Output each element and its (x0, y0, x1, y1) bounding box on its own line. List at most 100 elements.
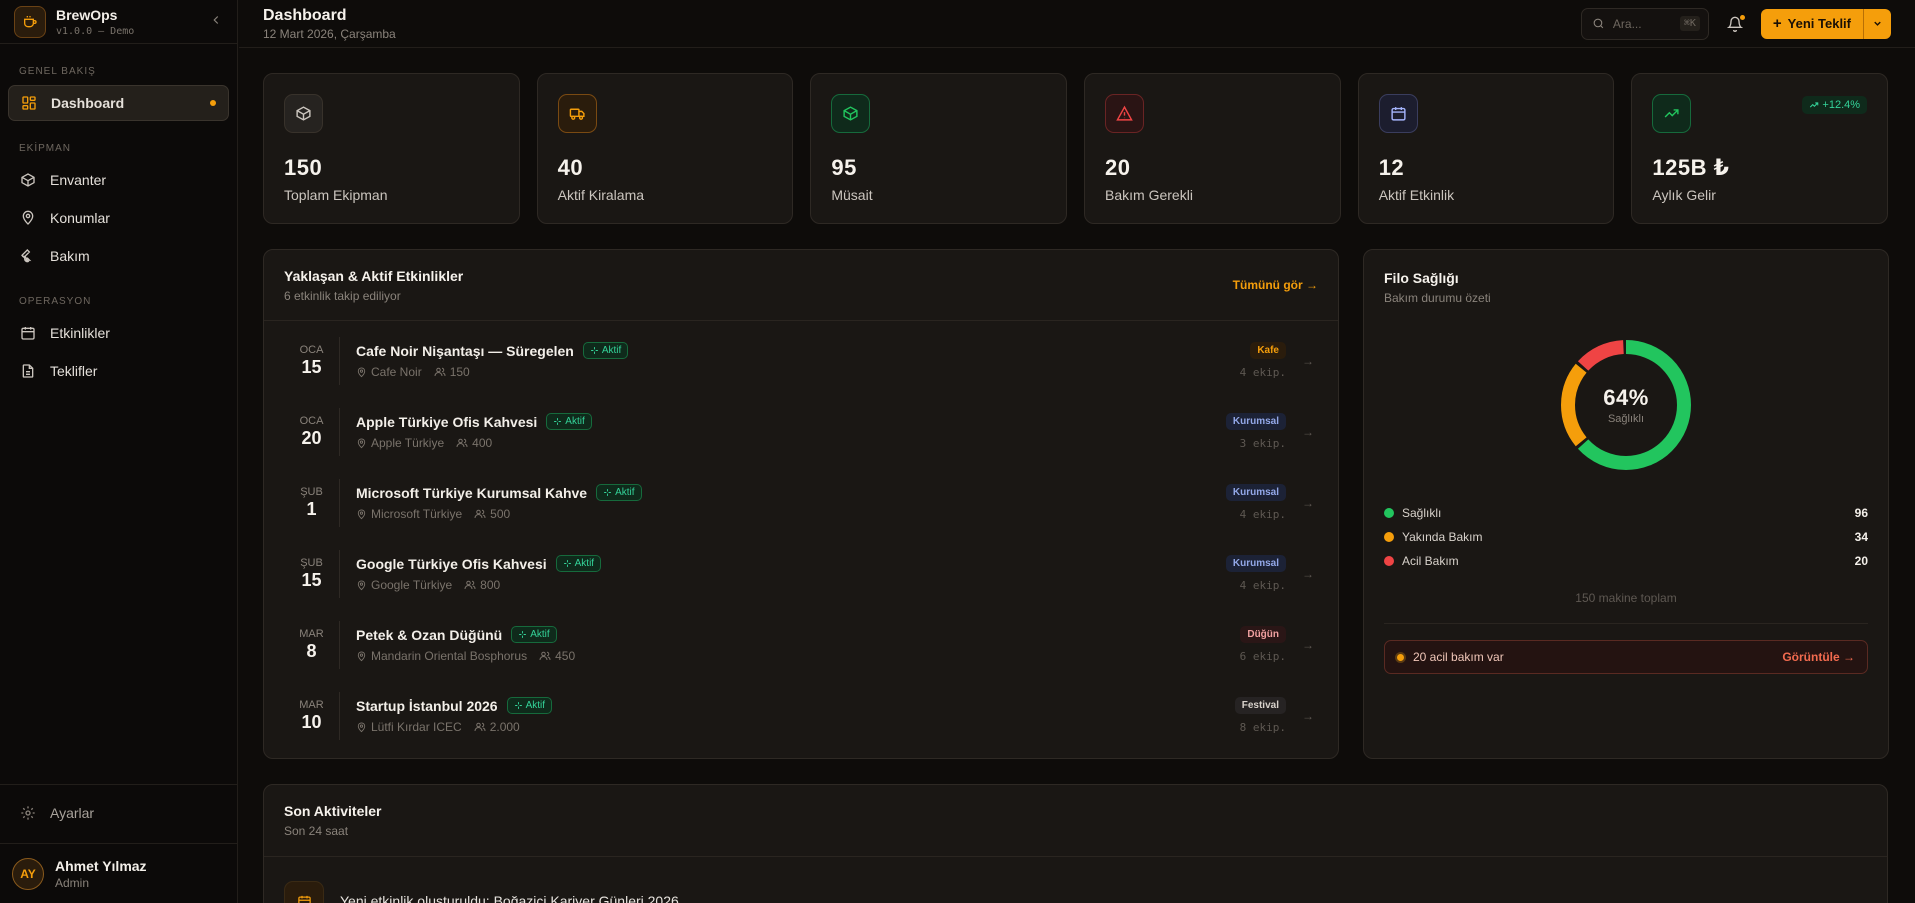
arrow-right-icon: → (1302, 637, 1314, 652)
event-row[interactable]: OCA 20 Apple Türkiye Ofis Kahvesi Aktif Appl… (264, 396, 1338, 467)
sidebar-item-ayarlar[interactable]: Ayarlar (8, 795, 229, 831)
sparkle-icon (554, 418, 562, 425)
map-pin-icon (357, 580, 366, 590)
event-location: Mandarin Oriental Bosphorus (371, 649, 528, 663)
notifications-button[interactable] (1726, 14, 1745, 32)
search-shortcut: ⌘K (1679, 16, 1700, 31)
new-quote-dropdown-button[interactable] (1863, 8, 1891, 39)
activity-item[interactable]: Yeni etkinlik oluşturuldu: Boğaziçi Kari… (264, 857, 1887, 903)
sidebar-item-etkinlikler[interactable]: Etkinlikler (8, 315, 229, 351)
status-label: Aktif (525, 700, 546, 711)
event-month: OCA (299, 343, 324, 356)
stat-label: Müsait (831, 187, 873, 203)
map-pin-icon (357, 438, 366, 448)
alert-dot (1397, 653, 1404, 661)
event-guests: 400 (472, 436, 493, 450)
event-guests: 450 (555, 649, 576, 663)
event-date: MAR 10 (284, 691, 340, 740)
stat-card-total-equipment[interactable]: 150 Toplam Ekipman (263, 73, 520, 224)
truck-icon (557, 94, 597, 133)
view-all-events-link[interactable]: Tümünü gör → (1233, 278, 1318, 292)
map-pin-icon (357, 367, 366, 377)
event-row[interactable]: ŞUB 1 Microsoft Türkiye Kurumsal Kahve Akti… (264, 467, 1338, 538)
active-indicator (210, 100, 216, 106)
trend-up-icon (1810, 102, 1819, 108)
stat-label: Aktif Etkinlik (1378, 187, 1455, 203)
legend-label: Sağlıklı (1402, 506, 1442, 520)
status-badge: Aktif (582, 342, 629, 359)
urgent-maintenance-alert: 20 acil bakım var Görüntüle → (1384, 640, 1868, 674)
event-day: 15 (301, 356, 322, 377)
search-box[interactable]: ⌘K (1580, 7, 1709, 40)
donut-label: Sağlıklı (1607, 413, 1645, 425)
event-type-tag: Kurumsal (1225, 413, 1286, 430)
status-badge: Aktif (506, 697, 553, 714)
event-location: Apple Türkiye (371, 436, 445, 450)
arrow-right-icon: → (1302, 708, 1314, 723)
arrow-right-icon: → (1302, 424, 1314, 439)
event-type-tag: Düğün (1240, 626, 1286, 643)
sparkle-icon (519, 631, 527, 638)
new-quote-label: Yeni Teklif (1787, 16, 1851, 31)
legend-item: Sağlıklı 96 (1384, 501, 1868, 525)
sidebar-item-bakim[interactable]: Bakım (8, 238, 229, 274)
activities-title: Son Aktiviteler (284, 803, 382, 819)
event-day: 20 (301, 427, 322, 448)
legend-value: 34 (1854, 530, 1868, 544)
event-row[interactable]: OCA 15 Cafe Noir Nişantaşı — Süregelen Akti… (264, 325, 1338, 396)
recent-activities-panel: Son Aktiviteler Son 24 saat Yeni etkinli… (263, 784, 1888, 903)
event-type-tag: Kurumsal (1225, 555, 1286, 572)
event-equipment-count: 4 ekip. (1239, 366, 1286, 379)
sidebar-item-envanter[interactable]: Envanter (8, 162, 229, 198)
event-equipment-count: 6 ekip. (1239, 650, 1286, 663)
event-date: OCA 20 (284, 407, 340, 456)
event-location: Lütfi Kırdar ICEC (371, 720, 462, 734)
users-icon (456, 438, 468, 448)
user-role: Admin (55, 875, 90, 890)
new-quote-button[interactable]: + Yeni Teklif (1760, 8, 1863, 39)
stat-card-available[interactable]: 95 Müsait (810, 73, 1068, 224)
stat-card-active-events[interactable]: 12 Aktif Etkinlik (1357, 73, 1615, 224)
activity-text: Yeni etkinlik oluşturuldu: Boğaziçi Kari… (340, 893, 679, 903)
nav-section-title: OPERASYON (19, 296, 92, 307)
event-row[interactable]: MAR 10 Startup İstanbul 2026 Aktif Lütfi Kır… (264, 680, 1338, 751)
plus-icon: + (1772, 15, 1782, 32)
sidebar-item-label: Envanter (50, 172, 107, 188)
stat-card-monthly-revenue[interactable]: +12.4% 125B ₺ Aylık Gelir (1631, 73, 1889, 224)
stat-label: Aylık Gelir (1652, 187, 1716, 203)
legend-value: 20 (1854, 554, 1868, 568)
event-date: OCA 15 (284, 336, 340, 385)
event-month: ŞUB (300, 556, 323, 569)
chevron-down-icon (1874, 21, 1881, 26)
event-date: ŞUB 15 (284, 549, 340, 598)
sidebar-item-label: Etkinlikler (50, 325, 110, 341)
arrow-right-icon: → (1302, 495, 1314, 510)
sidebar-item-teklifler[interactable]: Teklifler (8, 353, 229, 389)
search-input[interactable] (1612, 16, 1673, 31)
calendar-icon (20, 325, 36, 341)
event-guests: 500 (490, 507, 511, 521)
activities-subtitle: Son 24 saat (284, 824, 349, 838)
stat-label: Aktif Kiralama (557, 187, 645, 203)
stat-card-active-rentals[interactable]: 40 Aktif Kiralama (536, 73, 794, 224)
event-equipment-count: 8 ekip. (1239, 721, 1286, 734)
users-icon (539, 651, 551, 661)
sidebar-item-dashboard[interactable]: Dashboard (8, 85, 229, 121)
notification-dot (1739, 14, 1745, 20)
status-badge: Aktif (546, 413, 592, 430)
legend-dot (1384, 508, 1394, 518)
coffee-cup-icon (14, 5, 46, 38)
events-panel: Yaklaşan & Aktif Etkinlikler 6 etkinlik … (263, 249, 1339, 759)
view-maintenance-link[interactable]: Görüntüle → (1782, 650, 1855, 664)
event-type-tag: Festival (1234, 697, 1286, 714)
status-label: Aktif (601, 345, 622, 356)
sidebar-item-konumlar[interactable]: Konumlar (8, 200, 229, 236)
stat-card-maintenance-needed[interactable]: 20 Bakım Gerekli (1084, 73, 1341, 224)
stat-value: 150 (284, 155, 323, 180)
event-month: MAR (299, 627, 324, 640)
collapse-sidebar-button[interactable] (209, 13, 223, 31)
users-icon (434, 367, 446, 377)
event-row[interactable]: ŞUB 15 Google Türkiye Ofis Kahvesi Aktif Goo… (264, 538, 1338, 609)
user-profile[interactable]: AY Ahmet Yılmaz Admin (0, 843, 237, 903)
event-row[interactable]: MAR 8 Petek & Ozan Düğünü Aktif Mandarin Ori… (264, 609, 1338, 680)
